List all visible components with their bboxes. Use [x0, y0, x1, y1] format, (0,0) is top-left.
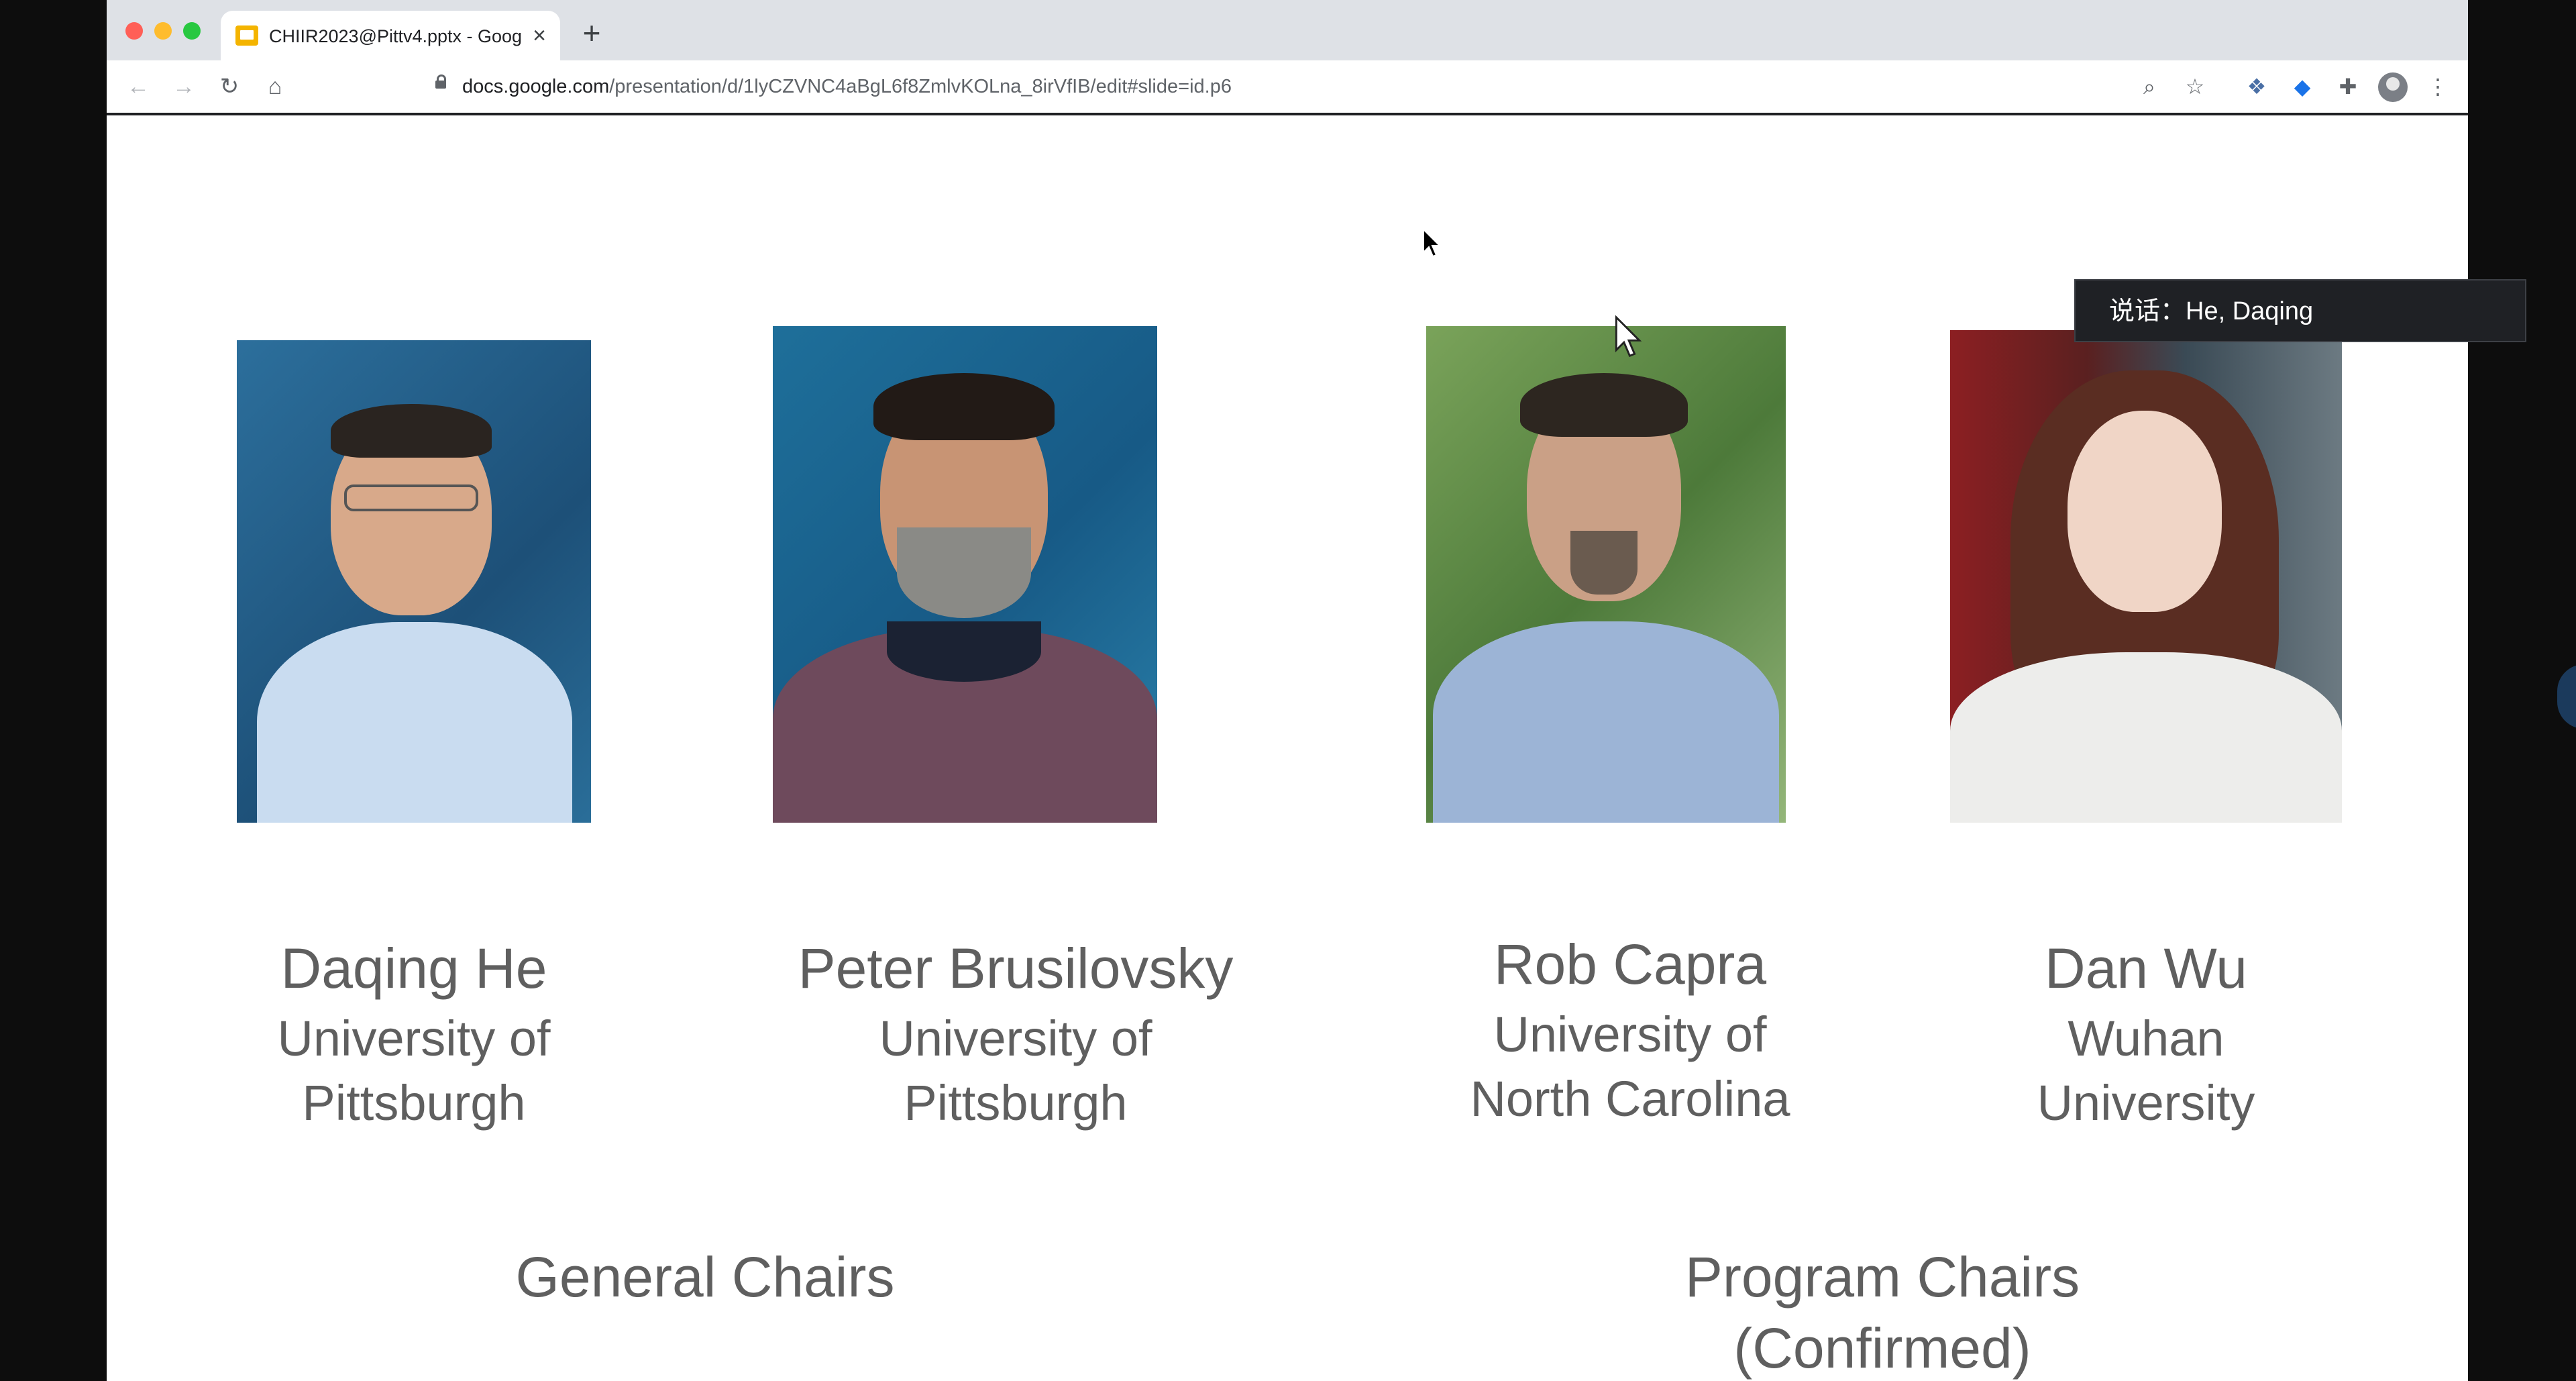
home-button[interactable]: ⌂ — [260, 71, 290, 102]
side-panel-handle[interactable] — [2557, 664, 2576, 729]
url-path: /presentation/d/1lyCZVNC4aBgL6f8ZmlvKOLn… — [609, 76, 1232, 97]
photo-shirt — [1433, 621, 1779, 823]
person-affiliation: Wuhan — [2068, 1011, 2224, 1066]
live-caption-text: 说话：He, Daqing — [2109, 297, 2314, 325]
zoom-icon[interactable]: ⌕ — [2134, 71, 2165, 102]
dropbox-icon[interactable]: ❖ — [2241, 71, 2272, 102]
puzzle-icon[interactable]: ✚ — [2332, 71, 2363, 102]
photo-hair — [1520, 373, 1688, 437]
person-affiliation: North Carolina — [1470, 1071, 1790, 1127]
tab-title: CHIIR2023@Pittv4.pptx - Google Slides — [269, 26, 521, 46]
photo-peter-brusilovsky — [773, 326, 1157, 823]
program-chairs-confirmed-label: (Confirmed) — [1733, 1317, 2031, 1380]
mouse-cursor-icon — [1615, 315, 1642, 358]
back-button[interactable]: ← — [123, 71, 154, 102]
person-affiliation: University — [2037, 1075, 2255, 1131]
photo-shirt — [257, 622, 572, 823]
browser-toolbar: ← → ↻ ⌂ docs.google.com/presentation/d/1… — [107, 60, 2468, 115]
photo-daqing-he — [237, 340, 591, 823]
person-name: Daqing He — [280, 937, 547, 1000]
extension-icon[interactable]: ◆ — [2287, 71, 2318, 102]
person-affiliation: Pittsburgh — [904, 1075, 1128, 1131]
photo-collar — [887, 621, 1041, 682]
tab-close-button[interactable]: × — [527, 23, 552, 48]
person-name: Rob Capra — [1493, 933, 1767, 996]
forward-button[interactable]: → — [168, 71, 199, 102]
photo-glasses — [344, 484, 478, 511]
photo-beard — [897, 527, 1031, 618]
address-bar[interactable]: docs.google.com/presentation/d/1lyCZVNC4… — [308, 67, 2314, 106]
live-caption-box: 说话：He, Daqing — [2074, 279, 2526, 342]
window-minimize-button[interactable] — [154, 22, 172, 40]
kebab-menu-icon[interactable]: ⋮ — [2422, 71, 2453, 102]
person-name: Dan Wu — [2045, 937, 2247, 1000]
slides-favicon-icon — [235, 25, 258, 46]
photo-hair — [331, 404, 492, 458]
person-affiliation: University of — [277, 1011, 551, 1066]
person-name: Peter Brusilovsky — [798, 937, 1234, 1000]
program-chairs-label: Program Chairs — [1684, 1245, 2080, 1309]
mouse-cursor-icon — [1423, 228, 1442, 258]
tab-strip: CHIIR2023@Pittv4.pptx - Google Slides × … — [107, 0, 2468, 60]
photo-face — [2068, 411, 2222, 612]
reload-button[interactable]: ↻ — [214, 71, 245, 102]
star-icon[interactable]: ☆ — [2180, 71, 2210, 102]
photo-dan-wu — [1950, 330, 2342, 823]
photo-shirt — [1950, 652, 2342, 823]
general-chairs-label: General Chairs — [515, 1245, 895, 1309]
photo-hair — [873, 373, 1055, 440]
url-host: docs.google.com — [462, 76, 610, 97]
person-affiliation: University of — [879, 1011, 1152, 1066]
browser-window: CHIIR2023@Pittv4.pptx - Google Slides × … — [107, 0, 2468, 1381]
lock-icon[interactable] — [435, 74, 446, 89]
photo-goatee — [1570, 531, 1638, 595]
window-close-button[interactable] — [125, 22, 143, 40]
url-text[interactable]: docs.google.com/presentation/d/1lyCZVNC4… — [462, 75, 1232, 98]
person-affiliation: Pittsburgh — [302, 1075, 526, 1131]
browser-tab[interactable]: CHIIR2023@Pittv4.pptx - Google Slides × — [221, 11, 560, 60]
avatar[interactable] — [2378, 72, 2408, 102]
photo-rob-capra — [1426, 326, 1786, 823]
window-maximize-button[interactable] — [183, 22, 201, 40]
person-affiliation: University of — [1493, 1007, 1767, 1062]
new-tab-button[interactable]: + — [576, 17, 607, 48]
